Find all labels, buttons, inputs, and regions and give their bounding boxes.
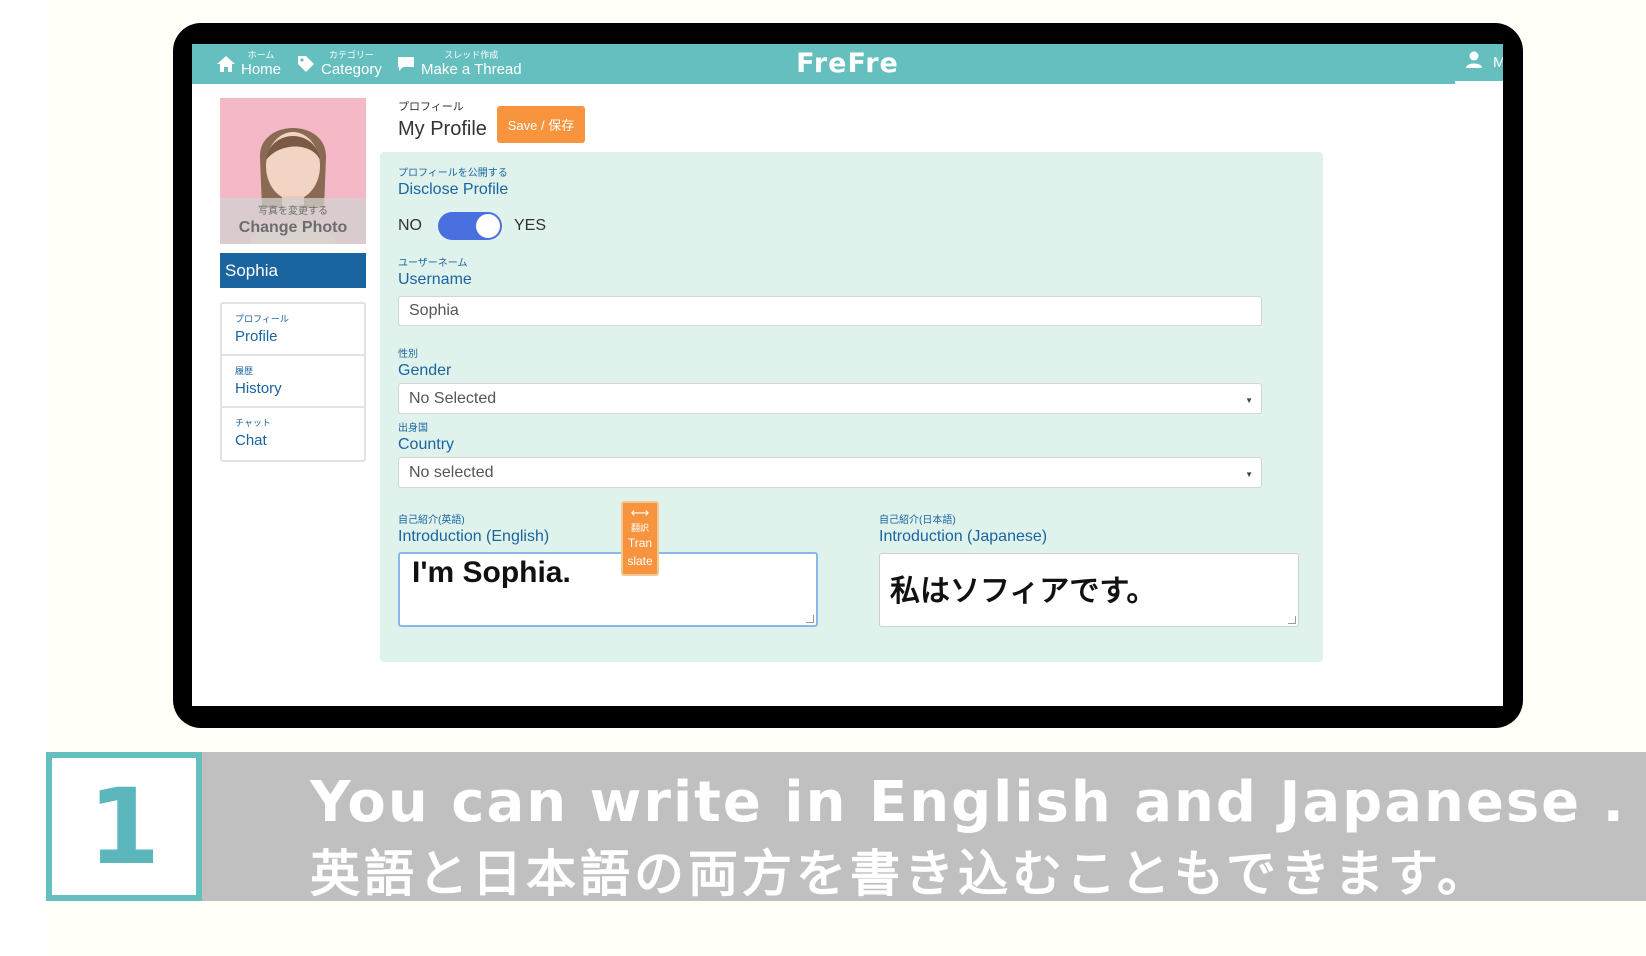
translate-line1: Tran [627, 536, 653, 550]
profile-photo[interactable]: 写真を変更する Change Photo [220, 98, 366, 244]
intro-ja-textarea[interactable]: 私はソフィアです。 [879, 553, 1299, 627]
page-header: プロフィール My Profile [398, 98, 487, 141]
username-field[interactable]: Sophia [398, 296, 1262, 326]
step-number-badge: 1 [46, 752, 202, 901]
intro-en-label-sub: 自己紹介(英語) [398, 515, 465, 526]
app-screen: ホーム Home カテゴリー Category スレッド作成 Make a Th… [192, 44, 1503, 706]
intro-en-value: I'm Sophia. [412, 556, 571, 589]
caption-banner: You can write in English and Japanese . … [202, 752, 1646, 903]
change-photo-label: Change Photo [238, 219, 348, 236]
intro-en-textarea[interactable]: I'm Sophia. [398, 552, 818, 627]
sidebar-item-chat[interactable]: チャット Chat [222, 408, 364, 460]
sidebar-item-sub: 履歴 [235, 366, 254, 376]
user-initial: M [1493, 54, 1503, 71]
swap-arrows-icon: ⟷ [630, 505, 650, 520]
user-icon [1465, 51, 1483, 74]
resize-grip-icon[interactable] [1288, 616, 1296, 624]
country-label-sub: 出身国 [398, 423, 428, 434]
gender-label-main: Gender [398, 362, 452, 379]
top-navbar: ホーム Home カテゴリー Category スレッド作成 Make a Th… [192, 44, 1503, 84]
intro-ja-label: 自己紹介(日本語) Introduction (Japanese) [879, 511, 1047, 546]
change-photo-overlay[interactable]: 写真を変更する Change Photo [220, 198, 366, 244]
intro-ja-value: 私はソフィアです。 [890, 574, 1157, 609]
gender-value: No Selected [409, 389, 497, 407]
sidebar-item-label: Profile [235, 328, 278, 345]
caption-english: You can write in English and Japanese . [310, 770, 1626, 835]
page-title: My Profile [398, 118, 487, 140]
translate-sub: 翻訳 [630, 523, 649, 533]
page-title-sub: プロフィール [398, 101, 464, 113]
translate-line2: slate [627, 554, 653, 568]
profile-form-panel: プロフィールを公開する Disclose Profile NO YES ユーザー… [380, 152, 1323, 662]
gender-label: 性別 Gender [398, 345, 451, 380]
toggle-knob [476, 214, 500, 238]
user-menu[interactable]: M [1455, 44, 1503, 84]
save-button[interactable]: Save / 保存 [497, 106, 585, 143]
disclose-label: プロフィールを公開する Disclose Profile [398, 164, 508, 199]
chevron-down-icon: ▼ [1245, 396, 1253, 405]
background-strip [0, 0, 46, 956]
sidebar-item-label: History [235, 380, 282, 397]
intro-en-label-main: Introduction (English) [398, 528, 550, 545]
disclose-label-sub: プロフィールを公開する [398, 168, 508, 179]
country-select[interactable]: No selected ▼ [398, 457, 1262, 488]
country-value: No selected [409, 463, 494, 481]
intro-ja-label-main: Introduction (Japanese) [879, 528, 1048, 545]
disclose-toggle-row: NO YES [398, 212, 546, 240]
caption-japanese: 英語と日本語の両方を書き込むこともできます。 [310, 845, 1491, 903]
sidebar-item-sub: チャット [235, 418, 271, 428]
change-photo-sub: 写真を変更する [258, 206, 328, 217]
country-label-main: Country [398, 436, 455, 453]
chevron-down-icon: ▼ [1245, 470, 1253, 479]
disclose-toggle[interactable] [438, 212, 502, 240]
intro-en-label: 自己紹介(英語) Introduction (English) [398, 511, 549, 546]
translate-button[interactable]: ⟷ 翻訳 Tran slate [621, 501, 659, 576]
country-label: 出身国 Country [398, 419, 454, 454]
username-label-main: Username [398, 271, 472, 288]
sidebar-menu: プロフィール Profile 履歴 History チャット Chat [220, 302, 366, 462]
brand-logo[interactable]: FreFre [192, 48, 1503, 79]
intro-ja-label-sub: 自己紹介(日本語) [879, 515, 956, 526]
username-label-sub: ユーザーネーム [398, 258, 468, 269]
username-label: ユーザーネーム Username [398, 254, 472, 289]
gender-label-sub: 性別 [398, 349, 418, 360]
resize-grip-icon[interactable] [806, 615, 814, 623]
sidebar-username: Sophia [220, 253, 366, 288]
disclose-label-main: Disclose Profile [398, 181, 509, 198]
toggle-no-label: NO [398, 217, 422, 234]
gender-select[interactable]: No Selected ▼ [398, 383, 1262, 414]
sidebar-item-profile[interactable]: プロフィール Profile [222, 304, 364, 356]
sidebar-item-label: Chat [235, 432, 267, 449]
toggle-yes-label: YES [514, 217, 547, 234]
sidebar-item-history[interactable]: 履歴 History [222, 356, 364, 408]
sidebar-item-sub: プロフィール [235, 314, 289, 324]
